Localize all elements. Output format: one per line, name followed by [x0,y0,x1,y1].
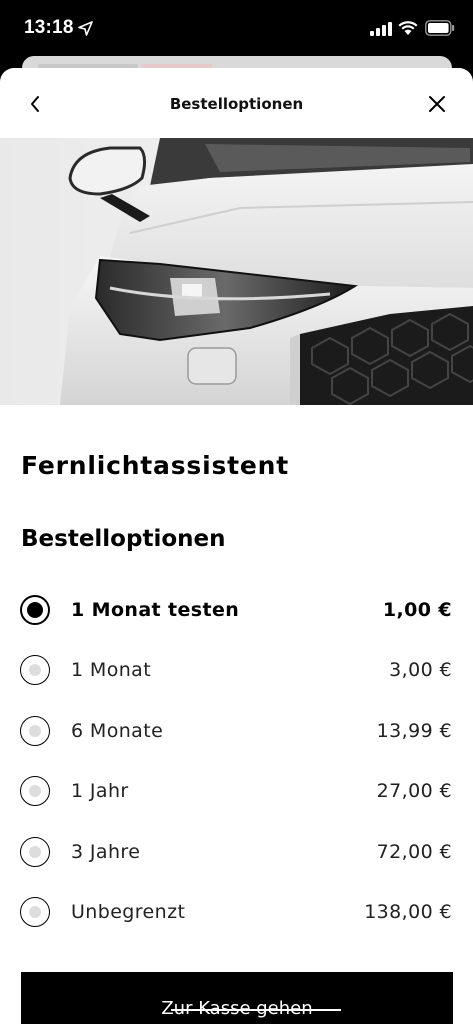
option-price: 72,00 € [376,841,452,863]
close-icon [429,96,445,112]
signal-icon [370,22,392,36]
option-unbegrenzt[interactable]: Unbegrenzt 138,00 € [0,882,473,942]
radio-button[interactable] [20,595,50,625]
radio-button[interactable] [20,655,50,685]
radio-dot [29,785,41,797]
strikethrough-line [171,1009,341,1011]
option-label: 1 Jahr [71,780,129,802]
option-1-monat[interactable]: 1 Monat 3,00 € [0,640,473,700]
battery-icon [425,20,455,36]
wifi-icon [398,21,418,35]
option-6-monate[interactable]: 6 Monate 13,99 € [0,701,473,761]
nav-title: Bestelloptionen [169,95,304,113]
radio-dot [29,725,41,737]
location-arrow-icon [78,21,93,36]
radio-dot [29,906,41,918]
option-price: 13,99 € [376,720,452,742]
option-label: Unbegrenzt [71,901,186,923]
checkout-button[interactable]: Zur Kasse gehen [21,972,453,1024]
radio-dot [29,846,41,858]
option-label: 3 Jahre [71,841,141,863]
option-price: 138,00 € [364,901,452,923]
option-label: 6 Monate [71,720,164,742]
radio-button[interactable] [20,716,50,746]
bottom-sheet: Bestelloptionen Fernlichtassistent Beste… [0,68,473,1024]
radio-dot [27,602,43,618]
section-title: Bestelloptionen [21,526,226,552]
radio-button[interactable] [20,897,50,927]
radio-button[interactable] [20,776,50,806]
radio-dot [29,664,41,676]
close-button[interactable] [422,89,452,119]
option-price: 27,00 € [376,780,452,802]
option-1-monat-testen[interactable]: 1 Monat testen 1,00 € [0,580,473,640]
feature-title: Fernlichtassistent [21,451,289,480]
option-label: 1 Monat [71,659,152,681]
radio-button[interactable] [20,837,50,867]
option-3-jahre[interactable]: 3 Jahre 72,00 € [0,822,473,882]
option-price: 3,00 € [389,659,452,681]
hero-image [0,138,473,405]
status-time: 13:18 [24,17,74,38]
option-label: 1 Monat testen [71,599,240,621]
status-bar: 13:18 [0,0,473,58]
car-headlight-image [0,138,473,405]
nav-bar: Bestelloptionen [0,68,473,138]
option-price: 1,00 € [382,599,452,621]
option-1-jahr[interactable]: 1 Jahr 27,00 € [0,761,473,821]
